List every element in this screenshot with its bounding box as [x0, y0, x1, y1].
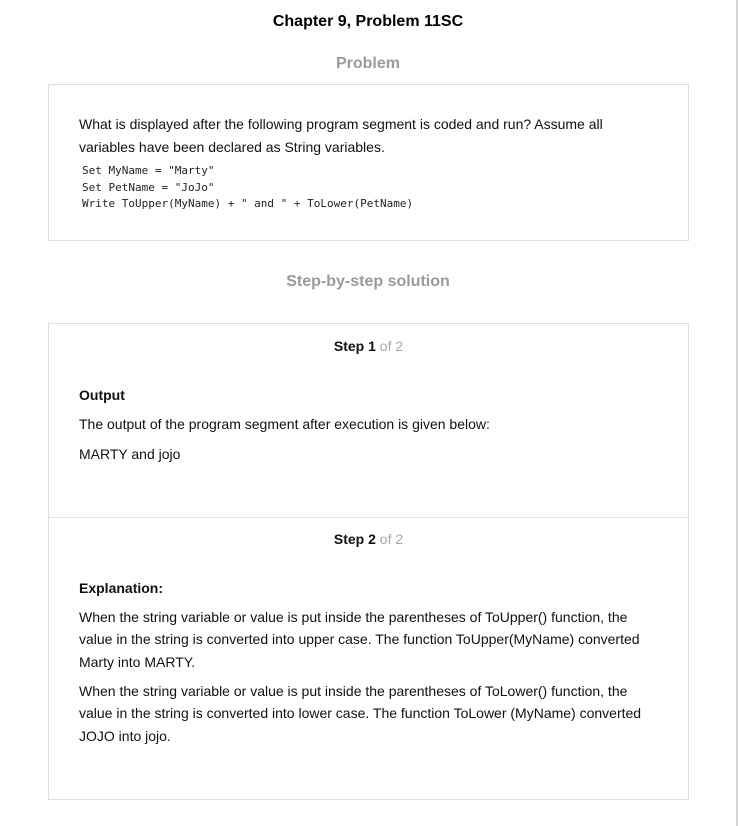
step-2-paragraph-1: When the string variable or value is put…: [79, 609, 640, 670]
problem-text: What is displayed after the following pr…: [79, 116, 603, 155]
step-1-number: 1: [368, 338, 376, 354]
step-2-label: Explanation:: [79, 580, 164, 596]
step-1-word: Step: [333, 338, 365, 354]
problem-code: Set MyName = "Marty" Set PetName = "JoJo…: [82, 164, 414, 210]
step-1-label: Output: [79, 387, 125, 403]
step-1: Step 1 of 2 Output The output of the pro…: [49, 324, 688, 517]
step-2-paragraph-2: When the string variable or value is put…: [79, 683, 642, 744]
step-2: Step 2 of 2 Explanation: When the string…: [49, 517, 688, 799]
step-1-paragraph-1: The output of the program segment after …: [79, 416, 490, 432]
problem-heading: Problem: [335, 55, 400, 72]
step-2-header: Step 2 of 2: [49, 530, 688, 548]
step-2-word: Step: [333, 531, 365, 547]
solution-card: Step 1 of 2 Output The output of the pro…: [48, 323, 689, 800]
step-1-total: of 2: [379, 338, 404, 354]
solution-heading: Step-by-step solution: [286, 273, 450, 290]
step-2-total: of 2: [379, 531, 404, 547]
problem-card: What is displayed after the following pr…: [48, 84, 689, 241]
step-2-number: 2: [368, 531, 376, 547]
page-title: Chapter 9, Problem 11SC: [272, 13, 464, 30]
step-1-header: Step 1 of 2: [49, 337, 688, 355]
step-1-paragraph-2: MARTY and jojo: [79, 446, 181, 462]
